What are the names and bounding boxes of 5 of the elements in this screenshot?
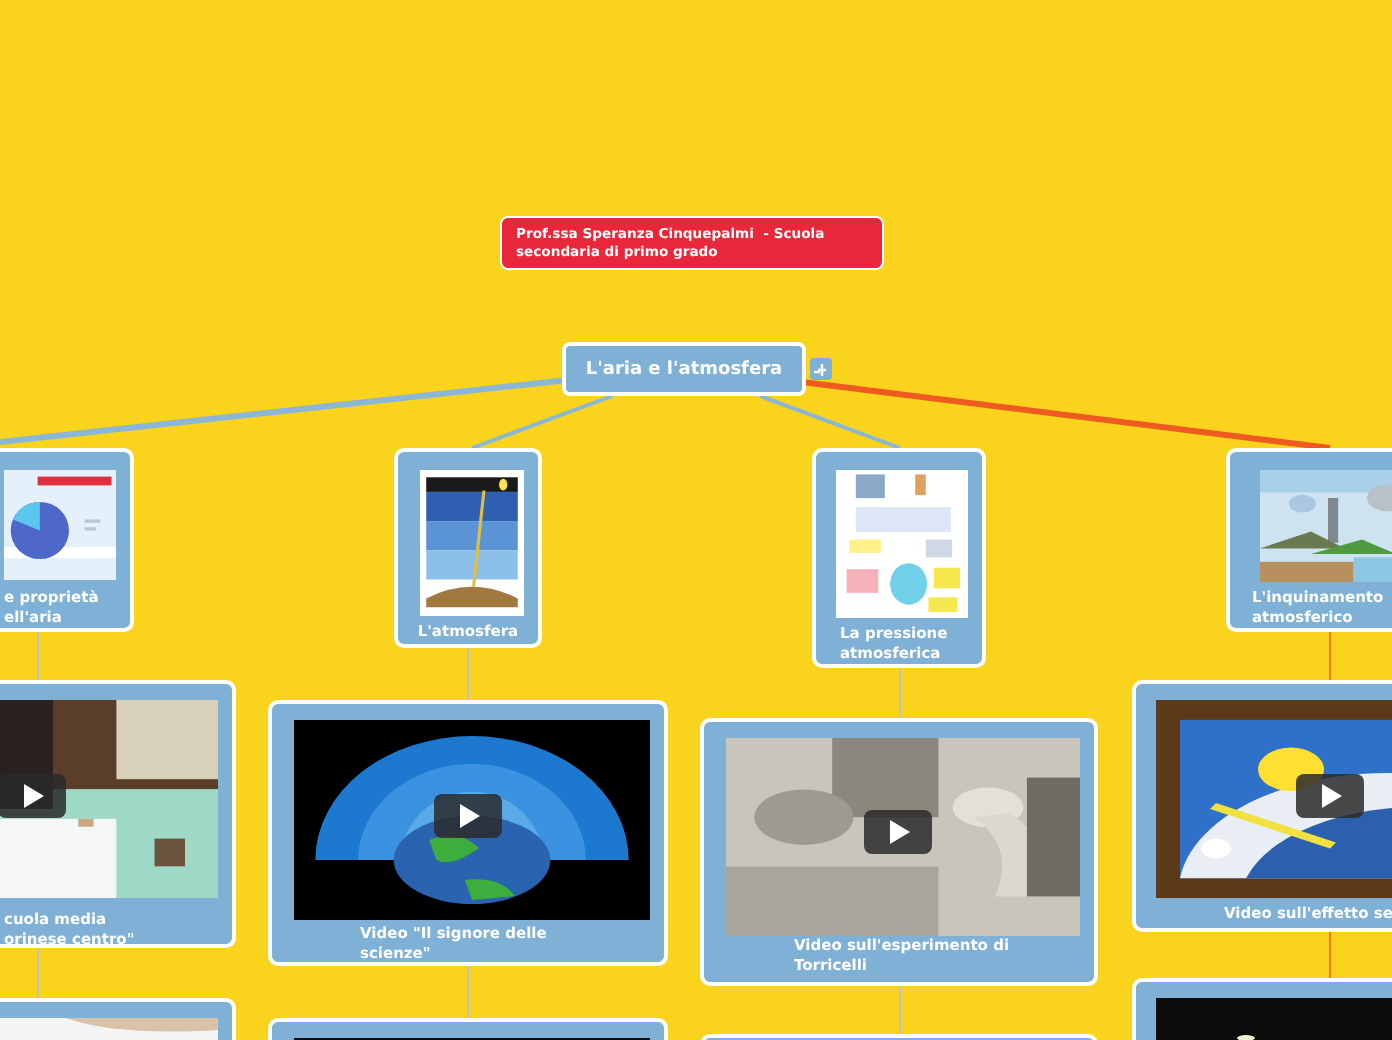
play-button[interactable] — [864, 810, 932, 854]
play-button[interactable] — [1296, 774, 1364, 818]
root-topic[interactable]: L'aria e l'atmosfera — [562, 342, 806, 396]
play-button[interactable] — [0, 774, 66, 818]
play-button[interactable] — [434, 794, 502, 838]
